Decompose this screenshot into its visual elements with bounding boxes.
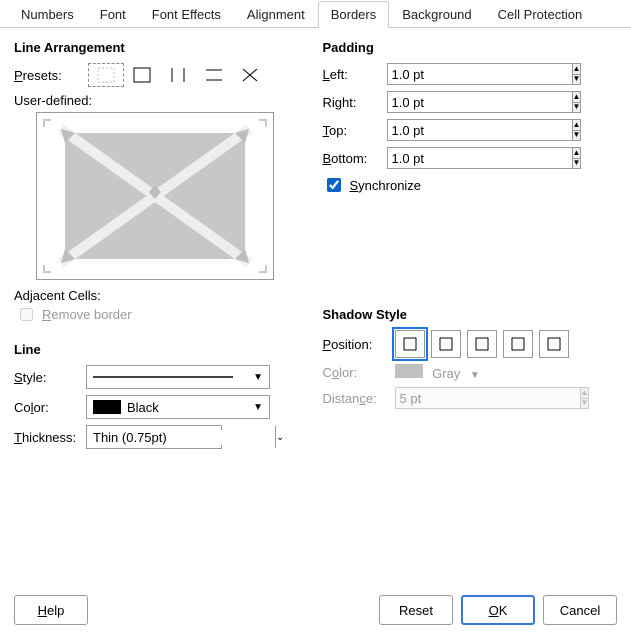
remove-border-checkbox (20, 308, 33, 321)
thickness-combo[interactable]: ⌄ (86, 425, 222, 449)
chevron-down-icon: ▼ (470, 370, 480, 381)
down-icon[interactable]: ▼ (572, 74, 582, 86)
help-button[interactable]: Help (14, 595, 88, 625)
shadow-color-dropdown: Gray ▼ (395, 364, 579, 381)
tab-background[interactable]: Background (389, 1, 484, 28)
pad-bottom-spinner[interactable]: ▲▼ (387, 147, 487, 169)
ok-button[interactable]: OK (461, 595, 535, 625)
userdef-preview[interactable] (36, 112, 274, 280)
pad-top-label: Top: (323, 123, 387, 138)
pad-top-spinner[interactable]: ▲▼ (387, 119, 487, 141)
style-label: Style: (14, 370, 86, 385)
up-icon[interactable]: ▲ (572, 63, 582, 74)
shadow-none[interactable] (395, 330, 425, 358)
shadow-color-swatch (395, 364, 423, 378)
shadow-color-label: Color: (323, 365, 395, 380)
remove-border-label: Remove border (42, 307, 132, 322)
pad-bottom-label: Bottom: (323, 151, 387, 166)
chevron-down-icon[interactable]: ⌄ (275, 426, 284, 448)
down-icon[interactable]: ▼ (572, 102, 582, 114)
shadow-heading: Shadow Style (323, 307, 618, 322)
preset-tb[interactable] (196, 63, 232, 87)
pad-left-spinner[interactable]: ▲▼ (387, 63, 487, 85)
up-icon: ▲ (580, 387, 590, 398)
tab-font-effects[interactable]: Font Effects (139, 1, 234, 28)
tab-borders[interactable]: Borders (318, 1, 390, 28)
cancel-button[interactable]: Cancel (543, 595, 617, 625)
reset-button[interactable]: Reset (379, 595, 453, 625)
shadow-distance-spinner: ▲▼ (395, 387, 495, 409)
pad-right-spinner[interactable]: ▲▼ (387, 91, 487, 113)
shadow-color-name: Gray (432, 366, 460, 381)
shadow-tl[interactable] (539, 330, 569, 358)
chevron-down-icon: ▼ (253, 372, 263, 383)
chevron-down-icon: ▼ (253, 402, 263, 413)
preset-diag[interactable] (232, 63, 268, 87)
pad-right-input[interactable] (387, 91, 572, 113)
up-icon[interactable]: ▲ (572, 119, 582, 130)
padding-heading: Padding (323, 40, 618, 55)
shadow-distance-label: Distance: (323, 391, 395, 406)
userdef-label: User-defined: (14, 93, 309, 108)
color-name: Black (127, 400, 247, 415)
up-icon[interactable]: ▲ (572, 147, 582, 158)
shadow-bl[interactable] (431, 330, 461, 358)
shadow-br[interactable] (503, 330, 533, 358)
synchronize-label: Synchronize (350, 178, 422, 193)
synchronize-checkbox[interactable] (327, 178, 341, 192)
thickness-input[interactable] (87, 430, 275, 445)
shadow-distance-input (395, 387, 580, 409)
tabs-bar: Numbers Font Font Effects Alignment Bord… (0, 0, 631, 28)
pad-right-label: Right: (323, 95, 387, 110)
shadow-pos-label: Position: (323, 337, 395, 352)
down-icon: ▼ (580, 398, 590, 410)
color-swatch (93, 400, 121, 414)
thickness-label: Thickness: (14, 430, 86, 445)
pad-left-label: Left: (323, 67, 387, 82)
tab-alignment[interactable]: Alignment (234, 1, 318, 28)
line-heading: Line (14, 342, 309, 357)
tab-font[interactable]: Font (87, 1, 139, 28)
pad-left-input[interactable] (387, 63, 572, 85)
preset-none[interactable] (88, 63, 124, 87)
preset-lr[interactable] (160, 63, 196, 87)
tab-numbers[interactable]: Numbers (8, 1, 87, 28)
adjacent-cells-label: Adjacent Cells: (14, 288, 309, 303)
down-icon[interactable]: ▼ (572, 158, 582, 170)
color-dropdown[interactable]: Black ▼ (86, 395, 270, 419)
style-dropdown[interactable]: ▼ (86, 365, 270, 389)
line-arrangement-heading: Line Arrangement (14, 40, 309, 55)
down-icon[interactable]: ▼ (572, 130, 582, 142)
pad-bottom-input[interactable] (387, 147, 572, 169)
tab-cell-protection[interactable]: Cell Protection (485, 1, 596, 28)
presets-label: Presets: (14, 68, 86, 83)
up-icon[interactable]: ▲ (572, 91, 582, 102)
color-label: Color: (14, 400, 86, 415)
pad-top-input[interactable] (387, 119, 572, 141)
preset-box[interactable] (124, 63, 160, 87)
shadow-tr[interactable] (467, 330, 497, 358)
